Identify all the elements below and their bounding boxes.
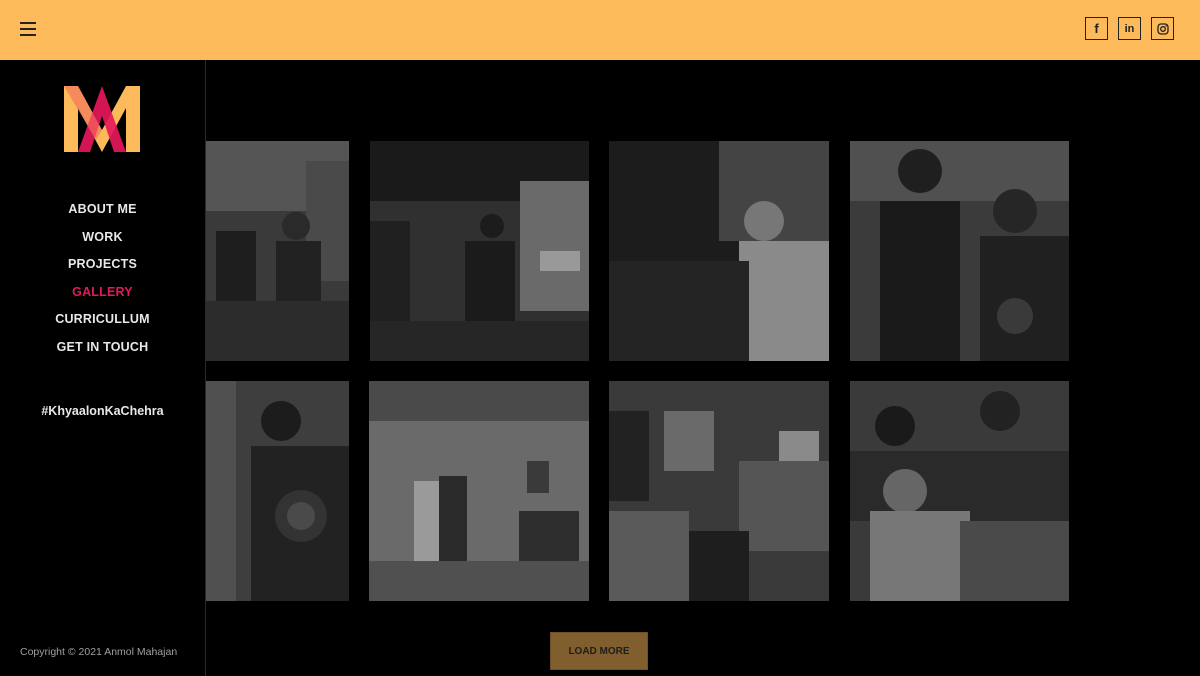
instagram-icon[interactable] xyxy=(1151,17,1174,40)
nav-item-work[interactable]: WORK xyxy=(0,224,205,252)
gallery-photo-7[interactable] xyxy=(609,381,829,601)
gallery-photo-5[interactable] xyxy=(206,381,349,601)
gallery-photo-8[interactable] xyxy=(850,381,1069,601)
social-links: f in xyxy=(1085,17,1174,40)
main-nav: ABOUT ME WORK PROJECTS GALLERY CURRICULL… xyxy=(0,196,205,361)
nav-item-curricullum[interactable]: CURRICULLUM xyxy=(0,306,205,334)
copyright-text: Copyright © 2021 Anmol Mahajan xyxy=(20,646,178,658)
top-bar: f in xyxy=(0,0,1200,60)
nav-item-about-me[interactable]: ABOUT ME xyxy=(0,196,205,224)
gallery-photo-2[interactable] xyxy=(370,141,589,361)
nav-item-gallery[interactable]: GALLERY xyxy=(0,279,205,307)
nav-item-projects[interactable]: PROJECTS xyxy=(0,251,205,279)
hamburger-menu-icon[interactable] xyxy=(20,22,36,36)
gallery-photo-6[interactable] xyxy=(369,381,589,601)
load-more-button[interactable]: LOAD MORE xyxy=(550,632,648,670)
gallery-photo-1[interactable] xyxy=(206,141,349,361)
sidebar: ABOUT ME WORK PROJECTS GALLERY CURRICULL… xyxy=(0,60,206,676)
nav-item-get-in-touch[interactable]: GET IN TOUCH xyxy=(0,334,205,362)
anmol-mahajan-logo[interactable] xyxy=(64,86,140,152)
gallery-photo-3[interactable] xyxy=(609,141,829,361)
gallery-photo-4[interactable] xyxy=(850,141,1069,361)
facebook-icon[interactable]: f xyxy=(1085,17,1108,40)
hashtag-link[interactable]: #KhyaalonKaChehra xyxy=(0,404,205,418)
linkedin-icon[interactable]: in xyxy=(1118,17,1141,40)
